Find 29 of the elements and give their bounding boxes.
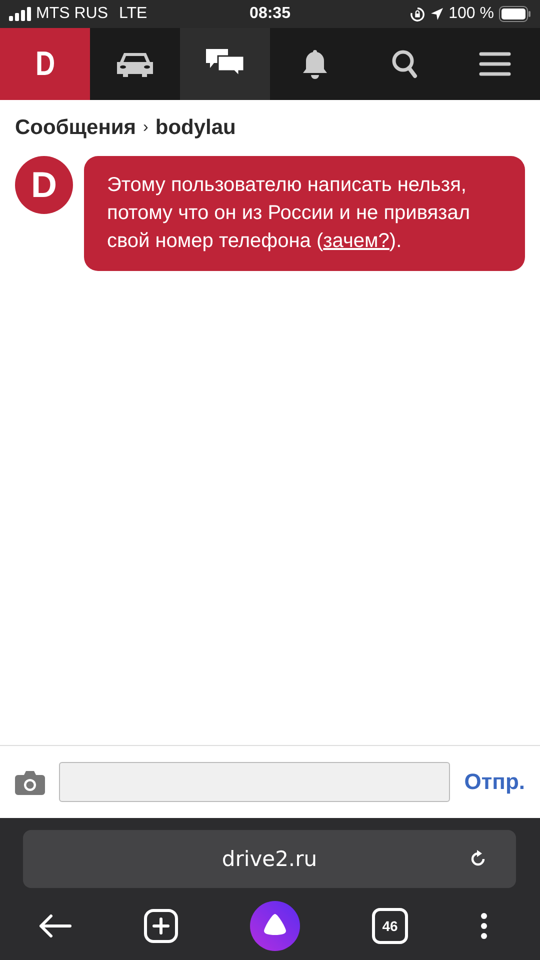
tabs-count-button[interactable]: 46 <box>372 908 408 944</box>
why-link[interactable]: зачем? <box>323 230 390 252</box>
assistant-icon[interactable] <box>250 901 300 951</box>
avatar: D <box>15 156 73 214</box>
message-text: Этому пользователю написать нельзя, потому что он из России и не привязал свой номер телефона (зачем?). <box>107 173 472 254</box>
message-input[interactable] <box>59 762 450 802</box>
send-button[interactable]: Отпр. <box>464 769 525 795</box>
new-tab-icon[interactable] <box>144 909 178 943</box>
battery-icon <box>499 6 531 22</box>
search-icon <box>391 49 419 79</box>
more-icon[interactable] <box>480 912 488 940</box>
carrier-name: MTS RUS <box>36 5 108 23</box>
bell-icon <box>301 48 329 80</box>
breadcrumb-separator: › <box>143 119 148 137</box>
network-type: LTE <box>119 5 148 23</box>
signal-icon <box>9 7 31 21</box>
rotation-lock-icon <box>410 6 425 22</box>
camera-icon[interactable] <box>15 770 45 794</box>
logo-tab[interactable]: D <box>0 28 90 100</box>
address-bar[interactable]: drive2.ru <box>23 830 516 888</box>
menu-icon <box>479 52 511 76</box>
location-icon <box>430 7 444 21</box>
breadcrumb-current: bodylau <box>155 116 236 140</box>
back-arrow-icon[interactable] <box>38 914 72 938</box>
chat-tab[interactable] <box>180 28 270 100</box>
breadcrumb-link[interactable]: Сообщения <box>15 116 136 140</box>
battery-percent: 100 % <box>448 5 494 23</box>
clock: 08:35 <box>250 5 290 23</box>
url-text: drive2.ru <box>222 847 318 871</box>
